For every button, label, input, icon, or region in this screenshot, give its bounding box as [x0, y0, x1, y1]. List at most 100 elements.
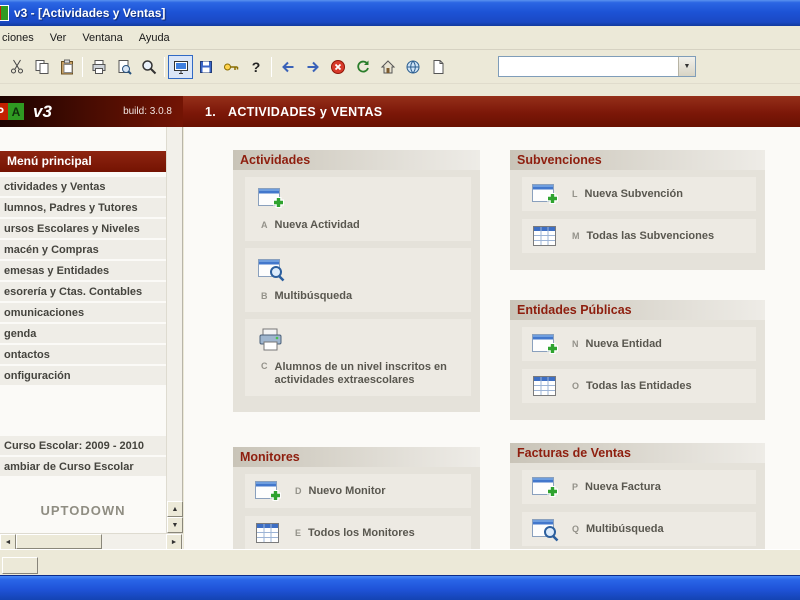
scrollbar-thumb[interactable]	[16, 534, 102, 549]
web-button[interactable]	[400, 55, 425, 79]
sidebar-item-alumnos-padres-tutores[interactable]: lumnos, Padres y Tutores	[0, 198, 166, 219]
sidebar-item-agenda[interactable]: genda	[0, 324, 166, 345]
toolbar: ▼	[0, 50, 800, 84]
shortcut-key: P	[572, 481, 579, 492]
toolbar-separator	[164, 56, 165, 77]
course-block: Curso Escolar: 2009 - 2010 ambiar de Cur…	[0, 436, 166, 478]
brand-version: v3	[33, 101, 52, 121]
item-todas-las-subvenciones[interactable]: M Todas las Subvenciones	[522, 219, 756, 253]
section-monitores: Monitores D Nuevo Monitor E Todos los Moni…	[233, 447, 480, 549]
build-number: build: 3.0.8	[123, 106, 172, 117]
scroll-down-icon[interactable]: ▼	[167, 517, 183, 533]
sidebar-item-cursos-escolares[interactable]: ursos Escolares y Niveles	[0, 219, 166, 240]
uptodown-watermark: UPTODOWN	[40, 503, 126, 518]
section-header: Entidades Públicas	[510, 300, 765, 320]
refresh-icon	[355, 59, 371, 75]
help-button[interactable]	[243, 55, 268, 79]
print-preview-icon	[116, 59, 132, 75]
stop-button[interactable]	[325, 55, 350, 79]
key-button[interactable]	[218, 55, 243, 79]
sidebar-item-almacen-compras[interactable]: macén y Compras	[0, 240, 166, 261]
question-mark-icon	[248, 59, 264, 75]
arrow-left-icon	[280, 59, 296, 75]
page-title-number: 1.	[205, 104, 217, 119]
chevron-down-icon[interactable]: ▼	[678, 57, 695, 76]
home-icon	[380, 59, 396, 75]
forward-button[interactable]	[300, 55, 325, 79]
shortcut-key: O	[572, 380, 580, 391]
status-tab[interactable]	[2, 557, 38, 574]
item-multibusqueda-facturas[interactable]: Q Multibúsqueda	[522, 512, 756, 546]
sidebar-item-remesas-entidades[interactable]: emesas y Entidades	[0, 261, 166, 282]
section-header: Actividades	[233, 150, 480, 170]
page-title-text: ACTIVIDADES y VENTAS	[228, 104, 383, 119]
scroll-up-icon[interactable]: ▲	[167, 501, 183, 517]
main-content: Actividades A Nueva Actividad B Multibúsqu…	[184, 127, 800, 549]
item-nueva-subvencion[interactable]: L Nueva Subvención	[522, 177, 756, 211]
refresh-button[interactable]	[350, 55, 375, 79]
item-multibusqueda-actividades[interactable]: B Multibúsqueda	[245, 248, 471, 312]
shortcut-key: C	[261, 361, 268, 371]
section-header: Monitores	[233, 447, 480, 467]
section-entidades-publicas: Entidades Públicas N Nueva Entidad O Todas…	[510, 300, 765, 420]
item-alumnos-nivel-extraescolares[interactable]: C Alumnos de un nivel inscritos en activi…	[245, 319, 471, 396]
item-nueva-actividad[interactable]: A Nueva Actividad	[245, 177, 471, 241]
monitor-icon	[173, 59, 189, 75]
paste-button[interactable]	[54, 55, 79, 79]
stop-icon	[330, 59, 346, 75]
print-preview-button[interactable]	[111, 55, 136, 79]
title-bar[interactable]: v3 - [Actividades y Ventas]	[0, 0, 800, 26]
item-todas-las-entidades[interactable]: O Todas las Entidades	[522, 369, 756, 403]
arrow-right-icon	[305, 59, 321, 75]
back-button[interactable]	[275, 55, 300, 79]
item-label: Alumnos de un nivel inscritos en activid…	[274, 361, 447, 386]
app-header: P A v3 build: 3.0.8 1. ACTIVIDADES y VEN…	[0, 96, 800, 127]
item-nueva-factura[interactable]: P Nueva Factura	[522, 470, 756, 504]
print-button[interactable]	[86, 55, 111, 79]
logo-letter-p: P	[0, 103, 8, 120]
window-plus-icon	[256, 185, 286, 211]
window-plus-icon	[530, 181, 560, 207]
sidebar: Menú principal ctividades y Ventas lumno…	[0, 127, 183, 550]
menu-ayuda[interactable]: Ayuda	[131, 28, 178, 48]
sidebar-menu: ctividades y Ventas lumnos, Padres y Tut…	[0, 177, 166, 387]
shortcut-key: N	[572, 338, 579, 349]
windows-taskbar[interactable]	[0, 575, 800, 600]
copy-button[interactable]	[29, 55, 54, 79]
combobox-input[interactable]	[499, 57, 678, 76]
shortcut-key: M	[572, 230, 580, 241]
item-todos-los-monitores[interactable]: E Todos los Monitores	[245, 516, 471, 549]
sidebar-title: Menú principal	[0, 151, 166, 172]
toolbar-separator	[271, 56, 272, 77]
sidebar-item-tesoreria[interactable]: esorería y Ctas. Contables	[0, 282, 166, 303]
search-button[interactable]	[136, 55, 161, 79]
window-search-icon	[256, 256, 286, 282]
monitor-view-button[interactable]	[168, 54, 193, 79]
app-icon	[0, 5, 9, 21]
sidebar-horizontal-scrollbar[interactable]: ◄ ►	[0, 533, 183, 550]
change-course-button[interactable]: ambiar de Curso Escolar	[0, 457, 166, 478]
sidebar-item-configuracion[interactable]: onfiguración	[0, 366, 166, 387]
document-button[interactable]	[425, 55, 450, 79]
home-button[interactable]	[375, 55, 400, 79]
save-button[interactable]	[193, 55, 218, 79]
shortcut-key: B	[261, 291, 268, 301]
menu-opciones[interactable]: ciones	[0, 28, 42, 48]
sidebar-vertical-scrollbar[interactable]: ▲ ▼	[166, 127, 183, 533]
scroll-right-icon[interactable]: ►	[166, 534, 182, 550]
section-header: Subvenciones	[510, 150, 765, 170]
sidebar-item-contactos[interactable]: ontactos	[0, 345, 166, 366]
sidebar-item-comunicaciones[interactable]: omunicaciones	[0, 303, 166, 324]
menu-ventana[interactable]: Ventana	[74, 28, 130, 48]
menu-ver[interactable]: Ver	[42, 28, 75, 48]
copy-icon	[34, 59, 50, 75]
cut-button[interactable]	[4, 55, 29, 79]
sidebar-item-actividades-y-ventas[interactable]: ctividades y Ventas	[0, 177, 166, 198]
item-label: Multibúsqueda	[274, 290, 353, 302]
item-nueva-entidad[interactable]: N Nueva Entidad	[522, 327, 756, 361]
item-label: Nueva Factura	[585, 480, 661, 493]
toolbar-combobox[interactable]: ▼	[498, 56, 696, 77]
scroll-left-icon[interactable]: ◄	[0, 534, 16, 550]
section-header: Facturas de Ventas	[510, 443, 765, 463]
item-nuevo-monitor[interactable]: D Nuevo Monitor	[245, 474, 471, 508]
